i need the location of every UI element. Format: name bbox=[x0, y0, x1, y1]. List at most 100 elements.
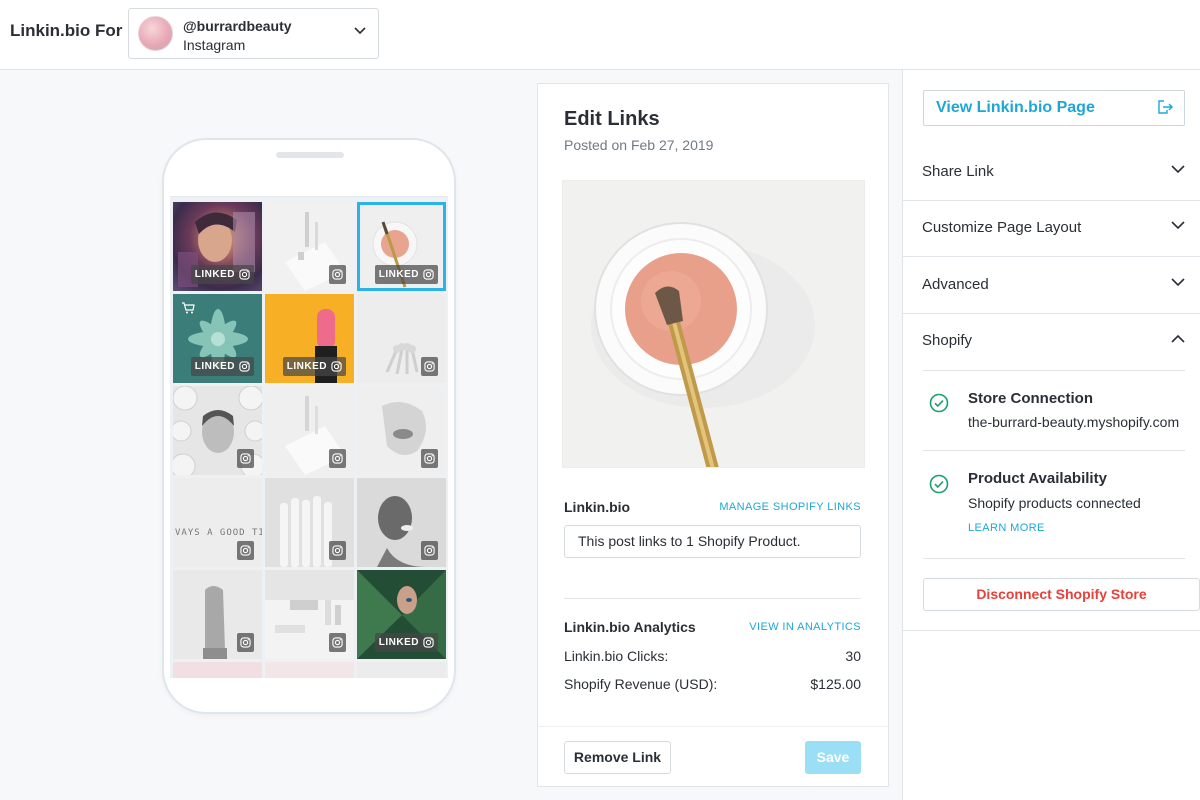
instagram-badge bbox=[329, 541, 346, 560]
phone-screen: LINKED LINKED LINKED LINKED VAYS A GOOD … bbox=[170, 196, 448, 678]
account-selector[interactable]: @burrardbeauty Instagram bbox=[128, 8, 379, 59]
divider bbox=[903, 630, 1200, 631]
linked-label: LINKED bbox=[194, 361, 235, 372]
grid-tile[interactable] bbox=[173, 662, 262, 678]
clicks-row: Linkin.bio Clicks: 30 bbox=[564, 648, 861, 664]
advanced-section[interactable]: Advanced bbox=[903, 258, 1200, 314]
instagram-badge bbox=[329, 633, 346, 652]
section-title: Shopify bbox=[922, 332, 973, 349]
section-title: Share Link bbox=[922, 163, 994, 180]
grid-tile[interactable]: LINKED bbox=[173, 202, 262, 291]
linked-label: LINKED bbox=[378, 269, 419, 280]
view-page-label: View Linkin.bio Page bbox=[936, 99, 1095, 116]
section-title: Advanced bbox=[922, 276, 989, 293]
section-title: Customize Page Layout bbox=[922, 219, 1082, 236]
grid-tile[interactable] bbox=[265, 386, 354, 475]
grid-tile[interactable]: LINKED bbox=[265, 294, 354, 383]
link-summary-field[interactable]: This post links to 1 Shopify Product. bbox=[564, 525, 861, 558]
grid-tile[interactable] bbox=[265, 662, 354, 678]
revenue-label: Shopify Revenue (USD): bbox=[564, 676, 718, 692]
revenue-value: $125.00 bbox=[810, 676, 861, 692]
account-handle: @burrardbeauty bbox=[183, 18, 292, 34]
settings-sidebar: View Linkin.bio Page Share Link Customiz… bbox=[902, 70, 1200, 800]
cart-icon bbox=[182, 302, 195, 314]
manage-shopify-links-link[interactable]: MANAGE SHOPIFY LINKS bbox=[719, 501, 861, 513]
linkinbio-label: Linkin.bio bbox=[564, 499, 631, 515]
top-bar: Linkin.bio For @burrardbeauty Instagram bbox=[0, 0, 1200, 70]
product-availability-title: Product Availability bbox=[968, 470, 1107, 487]
post-grid: LINKED LINKED LINKED LINKED VAYS A GOOD … bbox=[173, 202, 448, 678]
post-photo bbox=[563, 181, 864, 467]
instagram-icon bbox=[423, 637, 434, 648]
grid-tile[interactable] bbox=[265, 478, 354, 567]
chevron-down-icon bbox=[354, 27, 366, 35]
instagram-icon bbox=[332, 453, 343, 464]
product-availability-status: Product Availability Shopify products co… bbox=[923, 450, 1185, 558]
grid-tile-selected[interactable]: LINKED bbox=[357, 202, 446, 291]
chevron-down-icon bbox=[1171, 165, 1185, 174]
clicks-label: Linkin.bio Clicks: bbox=[564, 648, 669, 664]
grid-tile[interactable] bbox=[173, 570, 262, 659]
phone-speaker bbox=[276, 152, 344, 158]
instagram-badge bbox=[421, 541, 438, 560]
linked-label: LINKED bbox=[378, 637, 419, 648]
analytics-label: Linkin.bio Analytics bbox=[564, 619, 696, 635]
linked-badge: LINKED bbox=[190, 265, 254, 284]
instagram-badge bbox=[329, 265, 346, 284]
linked-label: LINKED bbox=[194, 269, 235, 280]
posted-date: Posted on Feb 27, 2019 bbox=[564, 137, 714, 153]
grid-tile[interactable] bbox=[265, 202, 354, 291]
grid-tile[interactable] bbox=[357, 478, 446, 567]
instagram-icon bbox=[239, 361, 250, 372]
footer-divider bbox=[538, 726, 888, 727]
divider bbox=[564, 598, 861, 599]
tile-caption: VAYS A GOOD TI bbox=[175, 528, 262, 538]
instagram-icon bbox=[424, 453, 435, 464]
chevron-up-icon bbox=[1171, 334, 1185, 343]
instagram-icon bbox=[239, 269, 250, 280]
grid-tile[interactable]: LINKED bbox=[173, 294, 262, 383]
instagram-icon bbox=[423, 269, 434, 280]
instagram-badge bbox=[237, 541, 254, 560]
instagram-icon bbox=[424, 361, 435, 372]
view-linkinbio-page-button[interactable]: View Linkin.bio Page bbox=[923, 90, 1185, 126]
grid-tile[interactable] bbox=[357, 386, 446, 475]
instagram-badge bbox=[421, 449, 438, 468]
grid-tile[interactable] bbox=[265, 570, 354, 659]
external-link-icon bbox=[1158, 100, 1173, 114]
instagram-icon bbox=[240, 545, 251, 556]
avatar bbox=[138, 16, 173, 51]
instagram-badge bbox=[329, 449, 346, 468]
store-connection-status: Store Connection the-burrard-beauty.mysh… bbox=[923, 370, 1185, 450]
grid-tile[interactable]: LINKED bbox=[357, 570, 446, 659]
grid-tile[interactable] bbox=[173, 386, 262, 475]
instagram-icon bbox=[424, 545, 435, 556]
edit-links-panel: Edit Links Posted on Feb 27, 2019 Linkin… bbox=[537, 83, 889, 787]
disconnect-shopify-button[interactable]: Disconnect Shopify Store bbox=[923, 578, 1200, 611]
instagram-icon bbox=[332, 269, 343, 280]
share-link-section[interactable]: Share Link bbox=[903, 145, 1200, 201]
shopify-section[interactable]: Shopify bbox=[903, 314, 1200, 370]
store-connection-title: Store Connection bbox=[968, 390, 1094, 407]
grid-tile[interactable] bbox=[357, 294, 446, 383]
save-button[interactable]: Save bbox=[805, 741, 861, 774]
linked-badge: LINKED bbox=[282, 357, 346, 376]
view-in-analytics-link[interactable]: VIEW IN ANALYTICS bbox=[749, 621, 861, 633]
account-network: Instagram bbox=[183, 37, 246, 53]
check-circle-icon bbox=[929, 393, 949, 413]
learn-more-link[interactable]: LEARN MORE bbox=[968, 522, 1045, 534]
customize-layout-section[interactable]: Customize Page Layout bbox=[903, 201, 1200, 257]
chevron-down-icon bbox=[1171, 221, 1185, 230]
linked-badge: LINKED bbox=[374, 265, 438, 284]
linked-badge: LINKED bbox=[374, 633, 438, 652]
divider bbox=[923, 558, 1185, 559]
clicks-value: 30 bbox=[845, 648, 861, 664]
instagram-icon bbox=[331, 361, 342, 372]
instagram-icon bbox=[332, 545, 343, 556]
instagram-badge bbox=[237, 449, 254, 468]
instagram-icon bbox=[240, 453, 251, 464]
grid-tile[interactable]: VAYS A GOOD TI bbox=[173, 478, 262, 567]
phone-preview: LINKED LINKED LINKED LINKED VAYS A GOOD … bbox=[162, 138, 456, 714]
remove-link-button[interactable]: Remove Link bbox=[564, 741, 671, 774]
grid-tile[interactable] bbox=[357, 662, 446, 678]
